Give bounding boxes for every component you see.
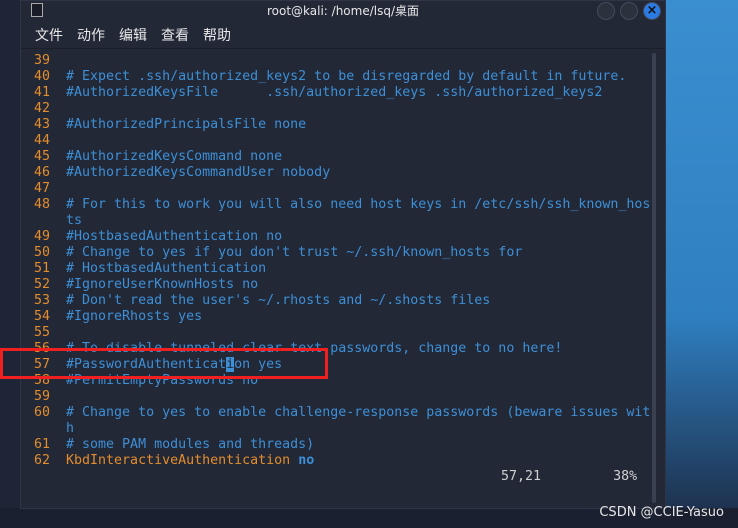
scroll-percent: 38% (613, 469, 638, 484)
code-line: 48 # For this to work you will also need… (34, 197, 651, 213)
line-number: 48 (34, 197, 51, 212)
line-number: 53 (34, 293, 51, 308)
code-line: 61 # some PAM modules and threads) (34, 437, 651, 453)
code-text: # HostbasedAuthentication (66, 261, 267, 276)
code-text: #AuthorizedKeysCommand none (66, 149, 283, 164)
code-line: h (34, 421, 651, 437)
code-text: #HostbasedAuthentication no (66, 229, 283, 244)
code-text: #AuthorizedPrincipalsFile none (66, 117, 307, 132)
code-line: 40 # Expect .ssh/authorized_keys2 to be … (34, 69, 651, 85)
terminal-icon (31, 3, 43, 17)
menu-file[interactable]: 文件 (35, 25, 63, 45)
code-text: # Change to yes to enable challenge-resp… (66, 405, 651, 420)
code-line: 41 #AuthorizedKeysFile .ssh/authorized_k… (34, 85, 651, 101)
line-number: 59 (34, 389, 51, 404)
code-line: 47 (34, 181, 651, 197)
code-text: # some PAM modules and threads) (66, 437, 315, 452)
code-text: ts (66, 213, 83, 228)
code-text: # Don't read the user's ~/.rhosts and ~/… (66, 293, 491, 308)
line-number: 52 (34, 277, 51, 292)
code-text: # For this to work you will also need ho… (66, 197, 651, 212)
code-keyword: KbdInteractiveAuthentication (66, 453, 291, 468)
line-number: 43 (34, 117, 51, 132)
line-number: 46 (34, 165, 51, 180)
title-bar: root@kali: /home/lsq/桌面 × (21, 1, 665, 21)
code-line: 62 KbdInteractiveAuthentication no (34, 453, 651, 469)
code-text: #IgnoreRhosts yes (66, 309, 203, 324)
code-text: #IgnoreUserKnownHosts no (66, 277, 259, 292)
code-line: 50 # Change to yes if you don't trust ~/… (34, 245, 651, 261)
code-text: #AuthorizedKeysFile .ssh/authorized_keys… (66, 85, 603, 100)
line-number: 61 (34, 437, 51, 452)
line-number: 47 (34, 181, 51, 196)
line-number: 44 (34, 133, 51, 148)
terminal-content[interactable]: 39 40 # Expect .ssh/authorized_keys2 to … (21, 53, 651, 469)
maximize-button[interactable] (620, 2, 638, 20)
code-line: 51 # HostbasedAuthentication (34, 261, 651, 277)
cursor-position: 57,21 (501, 469, 542, 484)
code-line: 60 # Change to yes to enable challenge-r… (34, 405, 651, 421)
code-line: 43 #AuthorizedPrincipalsFile none (34, 117, 651, 133)
menu-action[interactable]: 动作 (77, 25, 105, 45)
vim-status: 57,21 38% (501, 469, 637, 484)
menu-edit[interactable]: 编辑 (119, 25, 147, 45)
code-text: # Change to yes if you don't trust ~/.ss… (66, 245, 523, 260)
menu-bar: 文件 动作 编辑 查看 帮助 (21, 21, 665, 49)
code-line: 54 #IgnoreRhosts yes (34, 309, 651, 325)
line-number: 51 (34, 261, 51, 276)
line-number: 39 (34, 53, 51, 68)
line-number: 62 (34, 453, 51, 468)
line-number: 50 (34, 245, 51, 260)
code-text: # Expect .ssh/authorized_keys2 to be dis… (66, 69, 627, 84)
code-line: 45 #AuthorizedKeysCommand none (34, 149, 651, 165)
line-number: 40 (34, 69, 51, 84)
code-line: 42 (34, 101, 651, 117)
line-number: 42 (34, 101, 51, 116)
code-line: 46 #AuthorizedKeysCommandUser nobody (34, 165, 651, 181)
code-line: 55 (34, 325, 651, 341)
code-line: 44 (34, 133, 651, 149)
watermark: CSDN @CCIE-Yasuo (599, 505, 724, 520)
code-line: 53 # Don't read the user's ~/.rhosts and… (34, 293, 651, 309)
code-line: 59 (34, 389, 651, 405)
line-number: 49 (34, 229, 51, 244)
code-text: #AuthorizedKeysCommandUser nobody (66, 165, 331, 180)
code-value: no (298, 453, 315, 468)
code-line: 52 #IgnoreUserKnownHosts no (34, 277, 651, 293)
line-number: 41 (34, 85, 51, 100)
line-number: 60 (34, 405, 51, 420)
line-number: 54 (34, 309, 51, 324)
line-number: 55 (34, 325, 51, 340)
highlight-box (0, 348, 328, 379)
line-number: 45 (34, 149, 51, 164)
minimize-button[interactable] (597, 2, 615, 20)
code-text: h (66, 421, 75, 436)
scrollbar[interactable] (652, 53, 656, 503)
code-line: ts (34, 213, 651, 229)
code-line: 39 (34, 53, 651, 69)
window-title: root@kali: /home/lsq/桌面 (266, 4, 420, 18)
menu-view[interactable]: 查看 (161, 25, 189, 45)
close-button[interactable]: × (643, 2, 661, 20)
code-line: 49 #HostbasedAuthentication no (34, 229, 651, 245)
menu-help[interactable]: 帮助 (203, 25, 231, 45)
desktop-background (665, 0, 738, 528)
terminal-window: root@kali: /home/lsq/桌面 × 文件 动作 编辑 查看 帮助… (20, 0, 666, 509)
